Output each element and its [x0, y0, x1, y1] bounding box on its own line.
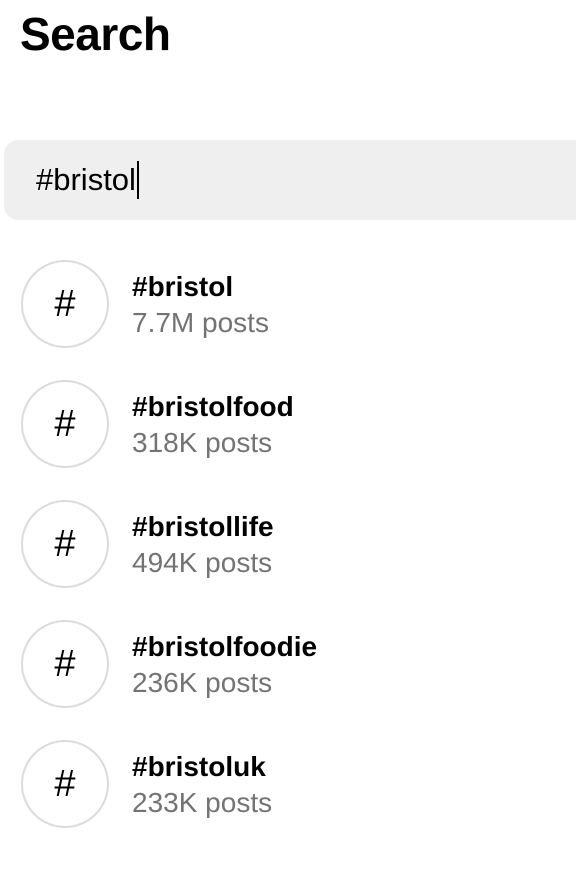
hashtag-name: #bristolfoodie [132, 631, 318, 662]
search-result-item[interactable]: # #bristoluk 233K posts [0, 720, 576, 840]
search-input[interactable]: #bristol [36, 140, 139, 220]
hashtag-icon: # [21, 260, 109, 348]
hashtag-post-count: 233K posts [132, 787, 273, 818]
hashtag-name: #bristollife [132, 511, 274, 542]
search-result-item[interactable]: # #bristolfood 318K posts [0, 360, 576, 480]
hashtag-name: #bristoluk [132, 751, 266, 782]
hashtag-icon: # [21, 500, 109, 588]
search-result-item[interactable]: # #bristol 7.7M posts [0, 240, 576, 360]
hashtag-icon: # [21, 740, 109, 828]
hashtag-name: #bristol [132, 271, 234, 302]
search-result-item[interactable]: # #bristollife 494K posts [0, 480, 576, 600]
search-box[interactable]: #bristol [4, 140, 576, 220]
hashtag-post-count: 494K posts [132, 547, 273, 578]
text-cursor [136, 160, 139, 199]
hashtag-post-count: 236K posts [132, 667, 273, 698]
hashtag-icon: # [21, 620, 109, 708]
search-input-value: #bristol [36, 162, 136, 197]
page-title: Search [20, 8, 171, 60]
hashtag-icon: # [21, 380, 109, 468]
hashtag-name: #bristolfood [132, 391, 294, 422]
hashtag-post-count: 318K posts [132, 427, 273, 458]
search-result-item[interactable]: # #bristolfoodie 236K posts [0, 600, 576, 720]
hashtag-post-count: 7.7M posts [132, 307, 269, 338]
